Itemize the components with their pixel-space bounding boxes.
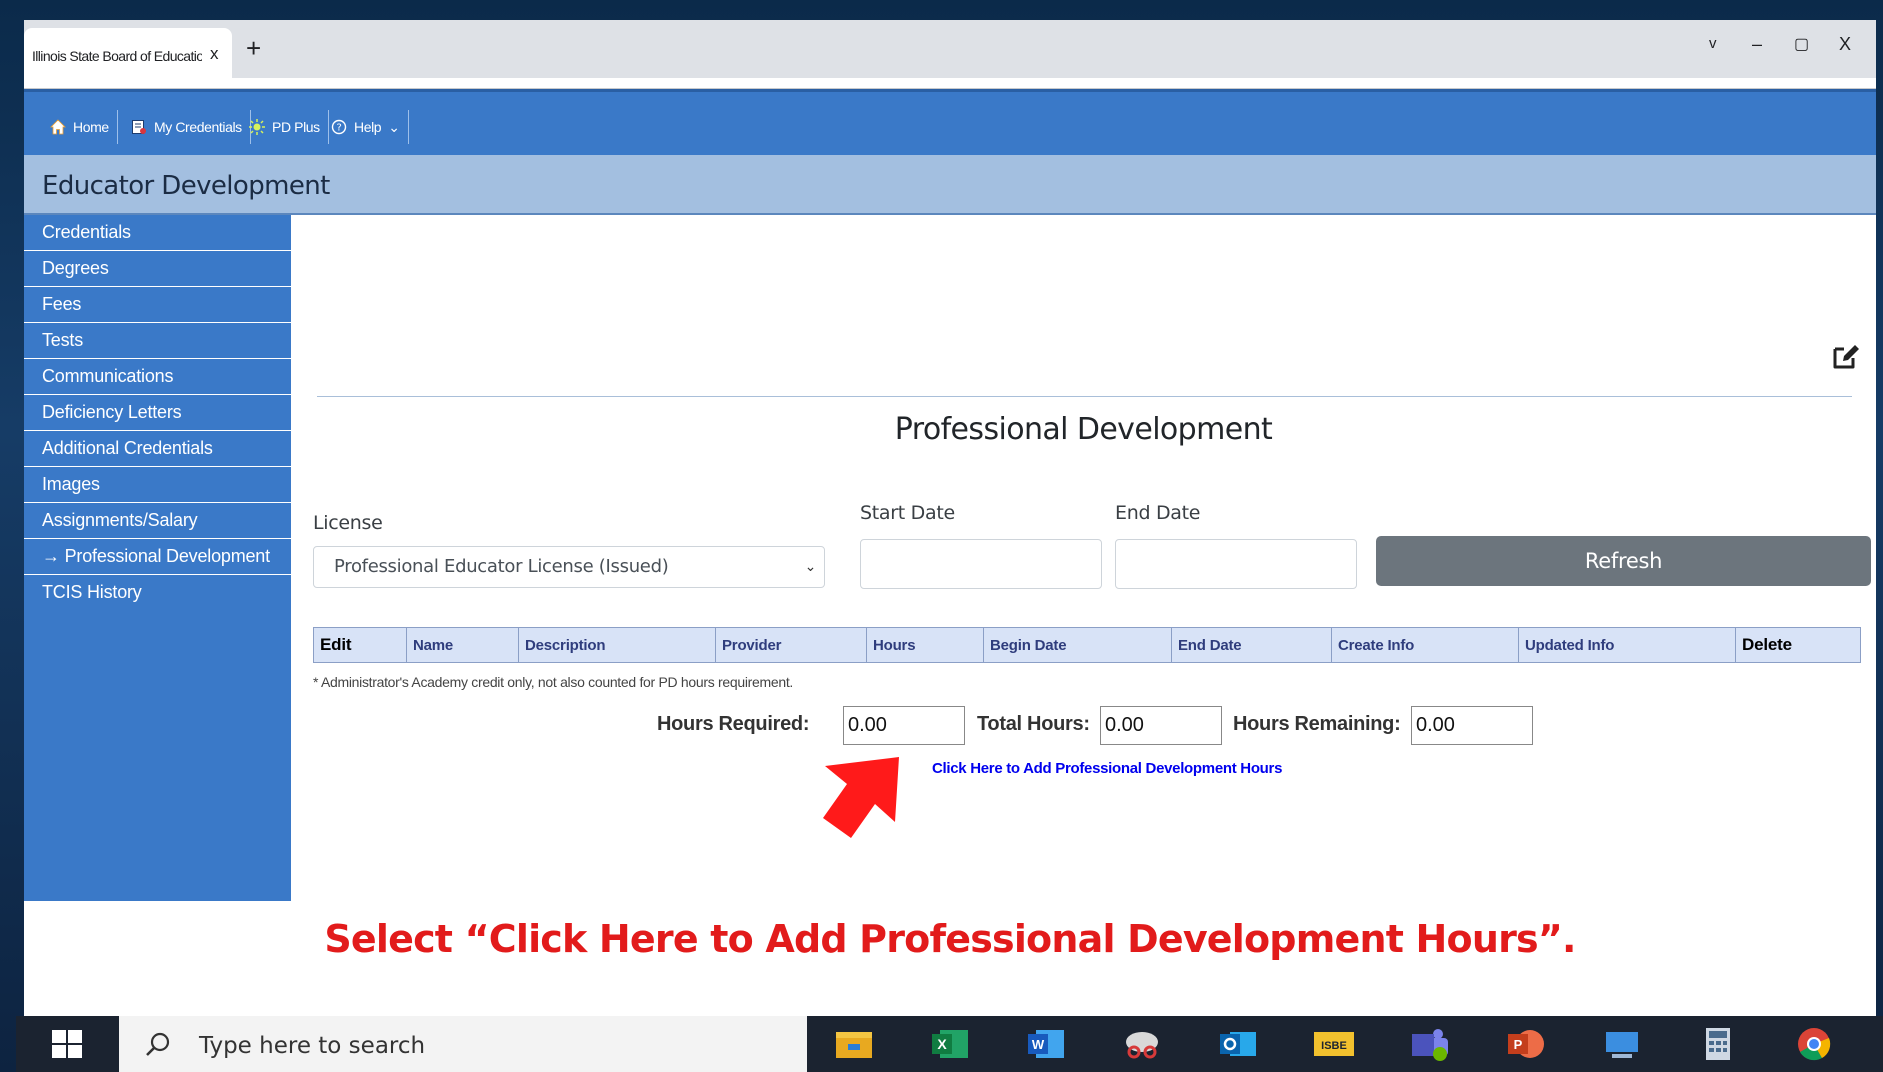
tab-title: Illinois State Board of Education bbox=[32, 48, 202, 64]
svg-text:X: X bbox=[937, 1036, 947, 1052]
nav-pd-plus-label: PD Plus bbox=[272, 119, 320, 135]
sidebar-item-credentials[interactable]: Credentials bbox=[24, 215, 291, 251]
tab-close-icon[interactable]: x bbox=[210, 44, 219, 64]
snipping-tool-icon[interactable] bbox=[1120, 1024, 1164, 1064]
hours-required-field: 0.00 bbox=[843, 706, 965, 745]
outlook-icon[interactable] bbox=[1216, 1024, 1260, 1064]
hours-remaining-label: Hours Remaining: bbox=[1233, 713, 1401, 735]
sidebar-item-fees[interactable]: Fees bbox=[24, 287, 291, 323]
chevron-down-icon: ⌄ bbox=[804, 559, 817, 575]
browser-window: Illinois State Board of Education x + v … bbox=[24, 20, 1876, 1022]
add-pd-hours-link[interactable]: Click Here to Add Professional Developme… bbox=[932, 760, 1282, 777]
help-chevron-icon: ⌄ bbox=[388, 118, 400, 135]
restore-button[interactable]: ▢ bbox=[1794, 34, 1809, 54]
svg-text:W: W bbox=[1032, 1037, 1045, 1052]
license-label: License bbox=[313, 512, 383, 534]
svg-text:ISBE: ISBE bbox=[1321, 1040, 1347, 1052]
browser-tab[interactable]: Illinois State Board of Education x bbox=[24, 28, 232, 78]
column-header-name[interactable]: Name bbox=[406, 627, 519, 663]
column-header-begin-date[interactable]: Begin Date bbox=[983, 627, 1172, 663]
pd-hours-table: Edit Name Description Provider Hours Beg… bbox=[313, 627, 1861, 663]
total-hours-field: 0.00 bbox=[1100, 706, 1222, 745]
excel-icon[interactable]: X bbox=[928, 1024, 972, 1064]
end-date-input[interactable] bbox=[1115, 539, 1357, 589]
column-header-hours[interactable]: Hours bbox=[866, 627, 984, 663]
column-header-delete: Delete bbox=[1735, 627, 1861, 663]
hours-required-label: Hours Required: bbox=[657, 713, 810, 735]
sidebar-item-communications[interactable]: Communications bbox=[24, 359, 291, 395]
windows-start-icon[interactable] bbox=[52, 1030, 82, 1058]
top-navigation: Home My Credentials PD Plus ? Help ⌄ bbox=[24, 89, 1876, 158]
sidebar-item-images[interactable]: Images bbox=[24, 467, 291, 503]
hours-remaining-field: 0.00 bbox=[1411, 706, 1533, 745]
nav-my-credentials-label: My Credentials bbox=[154, 119, 242, 135]
page-title: Professional Development bbox=[894, 412, 1273, 447]
minimize-button[interactable]: – bbox=[1752, 34, 1762, 55]
search-icon bbox=[146, 1032, 170, 1056]
word-icon[interactable]: W bbox=[1024, 1024, 1068, 1064]
powerpoint-icon[interactable]: P bbox=[1504, 1024, 1548, 1064]
end-date-label: End Date bbox=[1115, 502, 1201, 524]
sidebar-item-tests[interactable]: Tests bbox=[24, 323, 291, 359]
sidebar-item-tcis-history[interactable]: TCIS History bbox=[24, 575, 291, 610]
main-content: Professional Development License Profess… bbox=[291, 215, 1876, 901]
section-header: Educator Development bbox=[24, 155, 1876, 215]
refresh-button[interactable]: Refresh bbox=[1376, 536, 1871, 586]
nav-pd-plus[interactable]: PD Plus bbox=[241, 110, 329, 144]
total-hours-label: Total Hours: bbox=[977, 713, 1090, 735]
section-title: Educator Development bbox=[42, 171, 330, 201]
column-header-create-info[interactable]: Create Info bbox=[1331, 627, 1519, 663]
browser-toolbar bbox=[24, 78, 1876, 89]
sidebar-item-professional-development[interactable]: → Professional Development bbox=[24, 539, 291, 575]
windows-taskbar: Type here to search X W ISBE P bbox=[16, 1016, 1883, 1072]
taskbar-search-box[interactable]: Type here to search bbox=[119, 1016, 807, 1072]
pd-plus-icon bbox=[249, 119, 265, 135]
column-header-provider[interactable]: Provider bbox=[715, 627, 867, 663]
license-select-value: Professional Educator License (Issued) bbox=[334, 556, 669, 577]
nav-my-credentials[interactable]: My Credentials bbox=[123, 110, 251, 144]
help-icon: ? bbox=[331, 119, 347, 135]
column-header-description[interactable]: Description bbox=[518, 627, 716, 663]
taskbar-search-placeholder: Type here to search bbox=[199, 1033, 426, 1059]
sidebar-item-deficiency-letters[interactable]: Deficiency Letters bbox=[24, 395, 291, 431]
credentials-icon bbox=[132, 120, 146, 134]
column-header-updated-info[interactable]: Updated Info bbox=[1518, 627, 1736, 663]
remote-desktop-icon[interactable] bbox=[1600, 1024, 1644, 1064]
home-icon bbox=[50, 119, 66, 135]
sidebar-item-degrees[interactable]: Degrees bbox=[24, 251, 291, 287]
isbe-icon[interactable]: ISBE bbox=[1312, 1024, 1356, 1064]
close-window-button[interactable]: X bbox=[1839, 34, 1851, 55]
nav-home[interactable]: Home bbox=[42, 110, 118, 144]
start-date-label: Start Date bbox=[860, 502, 955, 524]
license-select[interactable]: Professional Educator License (Issued) ⌄ bbox=[313, 546, 825, 588]
column-header-edit: Edit bbox=[313, 627, 407, 663]
footnote: * Administrator's Academy credit only, n… bbox=[313, 674, 794, 690]
nav-help-label: Help bbox=[354, 119, 382, 135]
new-tab-button[interactable]: + bbox=[246, 33, 261, 64]
teams-icon[interactable] bbox=[1408, 1024, 1452, 1064]
pointer-arrow-icon bbox=[823, 757, 899, 838]
instruction-caption: Select “Click Here to Add Professional D… bbox=[324, 917, 1576, 961]
nav-help[interactable]: ? Help ⌄ bbox=[323, 110, 409, 144]
chrome-icon[interactable] bbox=[1792, 1024, 1836, 1064]
tab-search-chevron-icon[interactable]: v bbox=[1709, 35, 1717, 52]
nav-home-label: Home bbox=[73, 119, 109, 135]
svg-text:?: ? bbox=[337, 123, 342, 134]
start-date-input[interactable] bbox=[860, 539, 1102, 589]
sidebar-item-assignments-salary[interactable]: Assignments/Salary bbox=[24, 503, 291, 539]
browser-tab-strip: Illinois State Board of Education x + v … bbox=[24, 20, 1876, 78]
svg-text:P: P bbox=[1514, 1037, 1523, 1052]
sidebar: Credentials Degrees Fees Tests Communica… bbox=[24, 215, 291, 901]
edit-icon[interactable] bbox=[1831, 341, 1861, 371]
content-divider bbox=[317, 396, 1852, 397]
column-header-end-date[interactable]: End Date bbox=[1171, 627, 1332, 663]
sidebar-item-additional-credentials[interactable]: Additional Credentials bbox=[24, 431, 291, 467]
file-explorer-icon[interactable] bbox=[832, 1024, 876, 1064]
calculator-icon[interactable] bbox=[1696, 1024, 1740, 1064]
table-header-row: Edit Name Description Provider Hours Beg… bbox=[313, 627, 1861, 663]
